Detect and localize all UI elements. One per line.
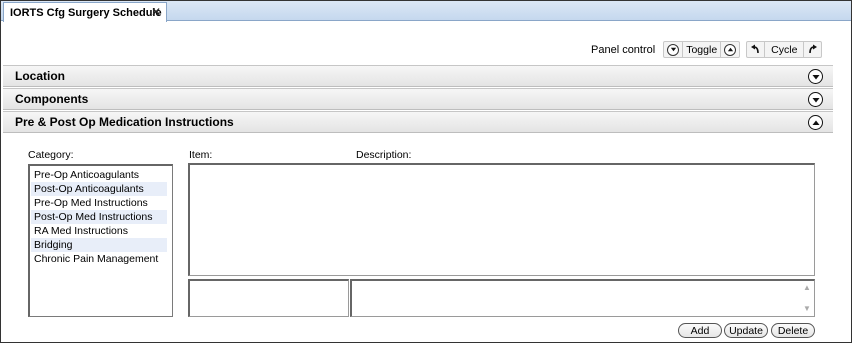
cycle-group: Cycle bbox=[746, 41, 823, 58]
expand-all-button[interactable] bbox=[721, 42, 739, 57]
description-label: Description: bbox=[356, 149, 412, 161]
update-button[interactable]: Update bbox=[724, 323, 768, 338]
item-label: Item: bbox=[189, 149, 213, 161]
tab-iorts-cfg-surgery-schedule[interactable]: IORTS Cfg Surgery Schedule ✕ bbox=[3, 2, 167, 22]
chevron-down-icon[interactable] bbox=[808, 69, 823, 84]
category-list[interactable]: Pre-Op Anticoagulants Post-Op Anticoagul… bbox=[28, 164, 173, 317]
list-item[interactable]: Post-Op Med Instructions bbox=[31, 210, 167, 224]
list-item[interactable]: Post-Op Anticoagulants bbox=[31, 182, 167, 196]
rotate-left-icon bbox=[751, 44, 759, 54]
chevron-up-icon[interactable] bbox=[808, 115, 823, 130]
cycle-button[interactable]: Cycle bbox=[765, 42, 803, 57]
window-frame: IORTS Cfg Surgery Schedule ✕ Panel contr… bbox=[0, 0, 852, 343]
list-item[interactable]: Chronic Pain Management bbox=[31, 252, 167, 266]
section-components[interactable]: Components bbox=[3, 88, 833, 110]
chevron-up-icon bbox=[724, 43, 737, 56]
chevron-down-icon[interactable] bbox=[808, 92, 823, 107]
cycle-forward-button[interactable] bbox=[804, 42, 821, 57]
item-input[interactable] bbox=[188, 279, 349, 317]
panel-control: Panel control Toggle Cycle bbox=[591, 41, 823, 58]
section-title: Pre & Post Op Medication Instructions bbox=[15, 115, 234, 129]
scroll-down-icon[interactable]: ▼ bbox=[803, 304, 811, 314]
tab-title: IORTS Cfg Surgery Schedule bbox=[10, 6, 162, 19]
tab-strip: IORTS Cfg Surgery Schedule ✕ bbox=[1, 1, 851, 22]
collapse-all-button[interactable] bbox=[664, 42, 682, 57]
section-medication-instructions[interactable]: Pre & Post Op Medication Instructions bbox=[3, 111, 833, 133]
list-item[interactable]: Bridging bbox=[31, 238, 167, 252]
cycle-back-button[interactable] bbox=[747, 42, 764, 57]
scroll-up-icon[interactable]: ▲ bbox=[803, 283, 811, 293]
item-grid[interactable] bbox=[188, 163, 815, 276]
section-location[interactable]: Location bbox=[3, 65, 833, 87]
description-input[interactable]: ▲ ▼ bbox=[350, 279, 815, 317]
delete-button[interactable]: Delete bbox=[771, 323, 815, 338]
category-label: Category: bbox=[28, 149, 74, 161]
close-icon[interactable]: ✕ bbox=[151, 5, 161, 19]
add-button[interactable]: Add bbox=[678, 323, 722, 338]
panel-control-label: Panel control bbox=[591, 43, 656, 56]
toggle-button[interactable]: Toggle bbox=[683, 42, 720, 57]
toggle-group: Toggle bbox=[663, 41, 741, 58]
rotate-right-icon bbox=[809, 44, 818, 54]
list-item[interactable]: RA Med Instructions bbox=[31, 224, 167, 238]
list-item[interactable]: Pre-Op Med Instructions bbox=[31, 196, 167, 210]
scrollbar[interactable]: ▲ ▼ bbox=[800, 281, 814, 316]
chevron-down-icon bbox=[667, 43, 680, 56]
section-title: Location bbox=[15, 69, 65, 83]
section-title: Components bbox=[15, 92, 89, 106]
list-item[interactable]: Pre-Op Anticoagulants bbox=[31, 168, 167, 182]
